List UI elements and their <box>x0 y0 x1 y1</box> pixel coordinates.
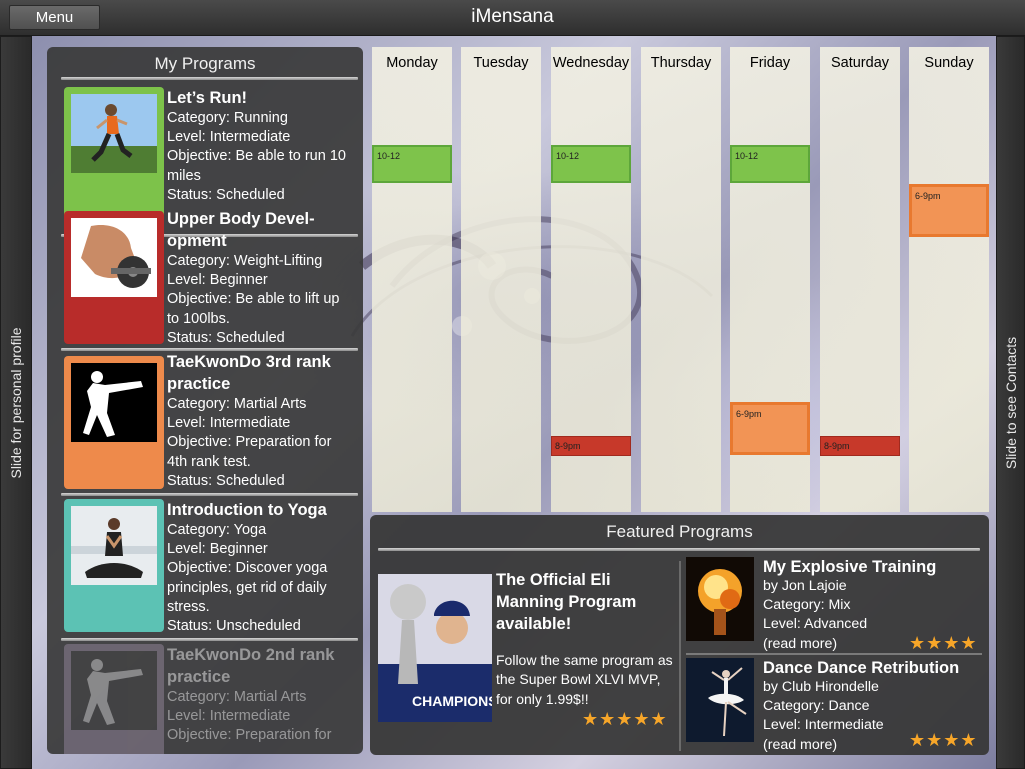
divider <box>61 638 358 641</box>
featured-item-title: Dance Dance Retribution <box>763 659 960 677</box>
day-label: Tuesday <box>473 55 529 71</box>
star-rating: ★★★★ <box>909 633 978 653</box>
contacts-label: Slide to see Contacts <box>1002 336 1019 469</box>
svg-text:CHAMPIONS: CHAMPIONS <box>412 693 492 709</box>
featured-item-title: My Explosive Training <box>763 558 937 576</box>
program-category: Category: Martial Arts <box>167 396 307 412</box>
day-column-tuesday[interactable]: Tuesday <box>461 47 541 512</box>
featured-item[interactable]: Dance Dance Retribution by Club Hirondel… <box>686 658 986 753</box>
my-programs-panel: My Programs Let’s Run! Category: Running… <box>47 47 363 754</box>
day-column-sunday[interactable]: Sunday 6-9pm <box>909 47 989 512</box>
calendar-event[interactable]: 8-9pm <box>820 436 900 456</box>
featured-item-category: Category: Dance <box>763 698 870 715</box>
featured-main-description: Follow the same program as the Super Bow… <box>496 652 673 707</box>
calendar-event[interactable]: 8-9pm <box>551 436 631 456</box>
program-name: Upper Body Devel-opment <box>167 210 315 250</box>
calendar-event[interactable]: 10-12 <box>551 145 631 183</box>
program-level: Level: Beginner <box>167 272 268 289</box>
day-label: Wednesday <box>552 55 630 71</box>
featured-item-level: Level: Advanced <box>763 616 868 633</box>
trophy-player-photo-icon: CHAMPIONS <box>378 574 492 722</box>
day-column-saturday[interactable]: Saturday 8-9pm <box>820 47 900 512</box>
program-status: Status: Unscheduled <box>167 618 301 635</box>
martial-arts-kick-icon <box>71 363 157 442</box>
day-label: Friday <box>749 55 791 71</box>
top-bar: Menu iMensana <box>0 0 1025 36</box>
featured-main-title: The Official Eli Manning Program availab… <box>496 571 637 633</box>
calendar-event[interactable]: 6-9pm <box>909 184 989 237</box>
day-column-monday[interactable]: Monday 10-12 <box>372 47 452 512</box>
star-rating: ★★★★ <box>909 730 978 750</box>
star-rating: ★★★★★ <box>582 709 668 729</box>
program-level: Level: Intermediate <box>167 415 291 432</box>
program-name: TaeKwonDo 3rd rank practice <box>167 353 331 393</box>
program-color-tag <box>64 211 164 344</box>
divider <box>61 77 358 80</box>
running-photo-icon <box>71 94 157 173</box>
calendar-event[interactable]: 10-12 <box>730 145 810 183</box>
personal-profile-slider[interactable]: Slide for personal profile <box>0 36 32 769</box>
app-title: iMensana <box>471 6 554 27</box>
program-objective: Objective: Preparation for <box>167 727 332 744</box>
program-category: Category: Running <box>167 110 288 126</box>
program-status: Status: Scheduled <box>167 472 285 489</box>
day-column-friday[interactable]: Friday 10-12 6-9pm <box>730 47 810 512</box>
program-color-tag <box>64 644 164 754</box>
program-objective: Objective: Be able to run 10 miles <box>167 148 346 184</box>
program-color-tag <box>64 356 164 489</box>
program-color-tag <box>64 87 164 220</box>
featured-item[interactable]: My Explosive Training by Jon Lajoie Cate… <box>686 557 986 653</box>
featured-item-category: Category: Mix <box>763 597 851 614</box>
program-level: Level: Intermediate <box>167 129 291 146</box>
yoga-photo-icon <box>71 506 157 585</box>
program-item[interactable]: Upper Body Devel-opment Category: Weight… <box>64 208 358 350</box>
day-column-thursday[interactable]: Thursday <box>641 47 721 512</box>
program-item[interactable]: Introduction to Yoga Category: Yoga Leve… <box>64 499 358 641</box>
program-category: Category: Yoga <box>167 522 267 538</box>
my-programs-title: My Programs <box>154 54 256 73</box>
ballet-dancer-photo-icon <box>686 658 754 742</box>
program-category: Category: Martial Arts <box>167 689 307 705</box>
program-item[interactable]: TaeKwonDo 3rd rank practice Category: Ma… <box>64 347 358 489</box>
calendar-event[interactable]: 6-9pm <box>730 402 810 455</box>
divider <box>61 493 358 496</box>
program-objective: Objective: Discover yoga principles, get… <box>167 560 328 615</box>
program-level: Level: Intermediate <box>167 708 291 725</box>
personal-profile-label: Slide for personal profile <box>8 327 24 478</box>
featured-programs-title: Featured Programs <box>606 522 753 541</box>
program-objective: Objective: Preparation for 4th rank test… <box>167 434 332 470</box>
calendar-event[interactable]: 10-12 <box>372 145 452 183</box>
program-item[interactable]: TaeKwonDo 2nd rank practice Category: Ma… <box>64 644 358 754</box>
program-status: Status: Scheduled <box>167 186 285 203</box>
day-label: Sunday <box>924 55 974 71</box>
divider <box>679 561 681 751</box>
program-category: Category: Weight-Lifting <box>167 253 323 269</box>
program-name: TaeKwonDo 2nd rank practice <box>167 646 335 686</box>
featured-item-author: by Club Hirondelle <box>763 679 879 695</box>
featured-programs-panel: Featured Programs CHAMPIONS The Official… <box>370 515 989 755</box>
program-name: Introduction to Yoga <box>167 501 327 519</box>
program-level: Level: Beginner <box>167 541 268 558</box>
divider <box>378 548 980 551</box>
day-label: Monday <box>386 55 438 71</box>
contacts-slider[interactable]: Slide to see Contacts <box>996 36 1025 769</box>
program-status: Status: Scheduled <box>167 329 285 346</box>
program-color-tag <box>64 499 164 632</box>
day-column-wednesday[interactable]: Wednesday 10-12 8-9pm <box>551 47 631 512</box>
program-name: Let’s Run! <box>167 89 248 107</box>
explosion-photo-icon <box>686 557 754 641</box>
program-objective: Objective: Be able to lift up to 100lbs. <box>167 291 340 327</box>
day-label: Saturday <box>830 55 890 71</box>
day-label: Thursday <box>650 55 712 71</box>
martial-arts-kick-icon <box>71 651 157 730</box>
featured-item-author: by Jon Lajoie <box>763 578 847 594</box>
weightlifting-photo-icon <box>71 218 157 297</box>
